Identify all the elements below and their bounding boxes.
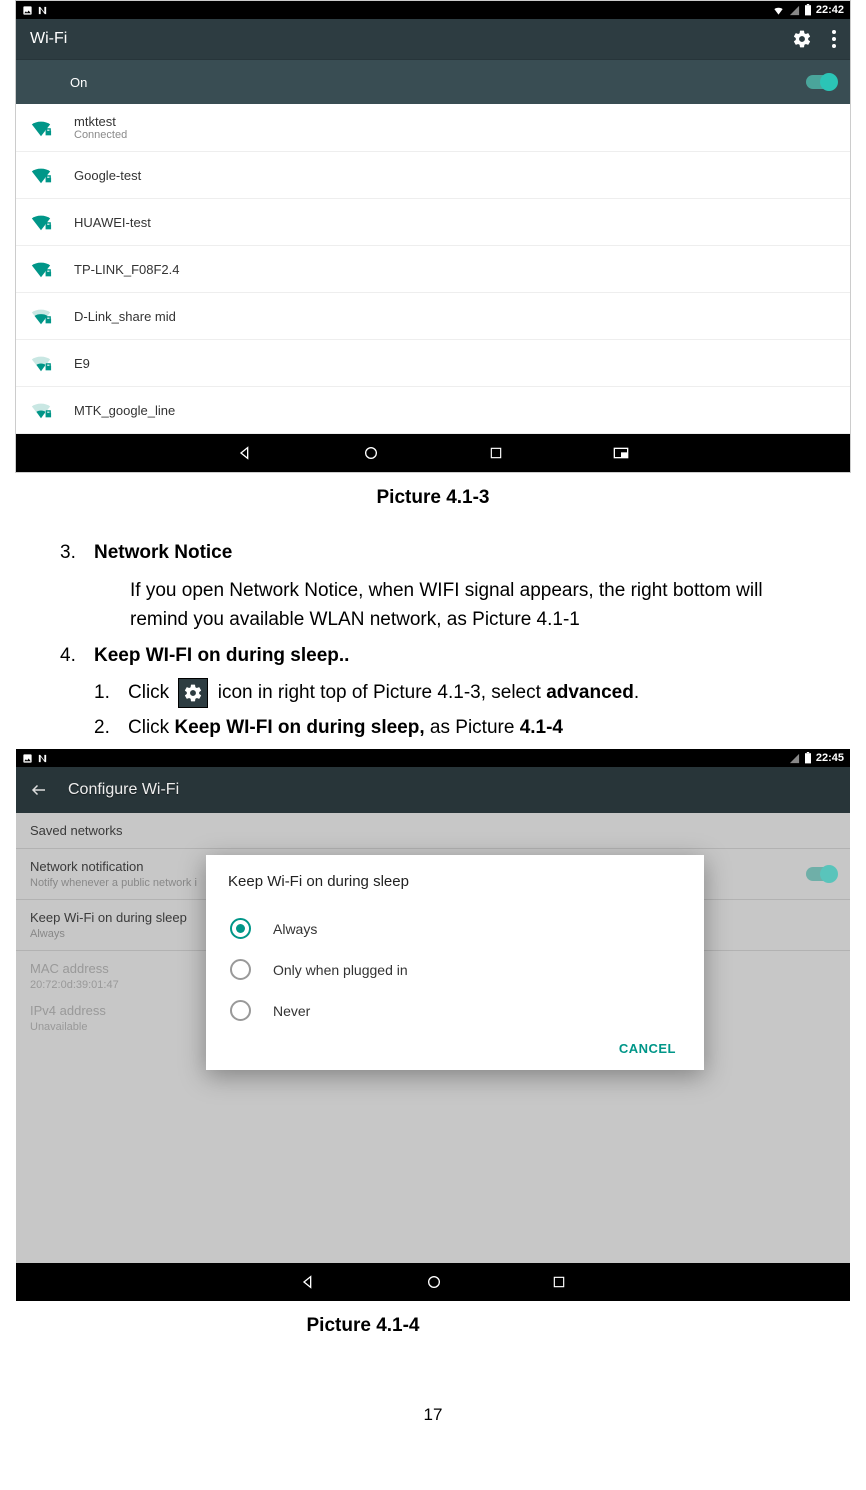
wifi-toggle-bar: On xyxy=(16,59,850,104)
battery-icon xyxy=(804,4,812,16)
radio-label: Never xyxy=(273,1003,310,1019)
wifi-row[interactable]: HUAWEI-test xyxy=(16,199,850,246)
configure-wifi-screenshot: 22:45 Configure Wi-Fi Saved networks Net… xyxy=(16,749,850,1301)
n-icon xyxy=(37,5,48,16)
app-bar-title: Wi-Fi xyxy=(30,30,67,48)
wifi-signal-lock-icon xyxy=(30,258,52,280)
more-icon[interactable] xyxy=(832,30,836,48)
wifi-toggle[interactable] xyxy=(806,75,836,89)
radio-option[interactable]: Never xyxy=(228,990,682,1031)
image-icon xyxy=(22,5,33,16)
wifi-status-icon xyxy=(772,5,785,16)
radio-selected-icon xyxy=(230,918,251,939)
dialog-title: Keep Wi-Fi on during sleep xyxy=(228,873,682,890)
image-icon xyxy=(22,753,33,764)
page-number: 17 xyxy=(0,1377,866,1445)
home-icon[interactable] xyxy=(363,445,379,461)
document-body: 3. Network Notice If you open Network No… xyxy=(0,535,866,745)
text-span: Click icon in right top of Picture 4.1-3… xyxy=(128,678,639,708)
app-bar-title: Configure Wi-Fi xyxy=(68,781,179,799)
wifi-signal-lock-icon xyxy=(30,399,52,421)
radio-option[interactable]: Always xyxy=(228,908,682,949)
item-number: 4. xyxy=(60,642,94,671)
screenshot-icon[interactable] xyxy=(613,447,629,459)
settings-row[interactable]: Saved networks xyxy=(16,813,850,849)
dimmed-background: Saved networks Network notification Noti… xyxy=(16,813,850,1263)
wifi-row[interactable]: mtktest Connected xyxy=(16,104,850,152)
item-title: Network Notice xyxy=(94,539,232,568)
wifi-row[interactable]: E9 xyxy=(16,340,850,387)
figure-caption: Picture 4.1-4 xyxy=(0,1315,866,1337)
app-bar: Configure Wi-Fi xyxy=(16,767,850,813)
sub-list-item: 1. Click icon in right top of Picture 4.… xyxy=(0,675,866,711)
radio-unselected-icon xyxy=(230,959,251,980)
app-bar: Wi-Fi xyxy=(16,19,850,59)
signal-status-icon xyxy=(789,753,800,764)
n-icon xyxy=(37,753,48,764)
wifi-on-label: On xyxy=(70,75,87,90)
status-bar: 22:45 xyxy=(16,749,850,767)
gear-icon-inline xyxy=(178,678,208,708)
nav-bar xyxy=(16,434,850,472)
wifi-ssid: Google-test xyxy=(74,168,141,183)
radio-label: Always xyxy=(273,921,317,937)
wifi-row[interactable]: MTK_google_line xyxy=(16,387,850,434)
wifi-signal-lock-icon xyxy=(30,117,52,139)
list-item: 3. Network Notice xyxy=(0,535,866,572)
cancel-button[interactable]: CANCEL xyxy=(228,1031,682,1060)
wifi-status: Connected xyxy=(74,129,127,141)
wifi-row[interactable]: D-Link_share mid xyxy=(16,293,850,340)
wifi-ssid: E9 xyxy=(74,356,90,371)
wifi-settings-screenshot: 22:42 Wi-Fi On mtktest Connected Google-… xyxy=(15,0,851,473)
dialog: Keep Wi-Fi on during sleep Always Only w… xyxy=(206,855,704,1070)
sub-item-number: 2. xyxy=(94,714,128,743)
wifi-ssid: MTK_google_line xyxy=(74,403,175,418)
recent-icon[interactable] xyxy=(489,446,503,460)
back-icon[interactable] xyxy=(300,1274,316,1290)
wifi-ssid: TP-LINK_F08F2.4 xyxy=(74,262,180,277)
radio-unselected-icon xyxy=(230,1000,251,1021)
signal-status-icon xyxy=(789,5,800,16)
status-time: 22:45 xyxy=(816,752,844,764)
item-number: 3. xyxy=(60,539,94,568)
wifi-signal-lock-icon xyxy=(30,352,52,374)
status-time: 22:42 xyxy=(816,4,844,16)
nav-bar xyxy=(16,1263,850,1301)
notification-toggle[interactable] xyxy=(806,867,836,881)
back-icon[interactable] xyxy=(237,445,253,461)
back-arrow-icon[interactable] xyxy=(30,781,48,799)
wifi-signal-lock-icon xyxy=(30,305,52,327)
wifi-signal-lock-icon xyxy=(30,164,52,186)
wifi-row[interactable]: TP-LINK_F08F2.4 xyxy=(16,246,850,293)
wifi-ssid: HUAWEI-test xyxy=(74,215,151,230)
list-item: 4. Keep WI-FI on during sleep.. xyxy=(0,638,866,675)
wifi-list: mtktest Connected Google-test HUAWEI-tes… xyxy=(16,104,850,434)
radio-label: Only when plugged in xyxy=(273,962,408,978)
paragraph: If you open Network Notice, when WIFI si… xyxy=(0,572,866,639)
gear-icon[interactable] xyxy=(792,29,812,49)
item-title: Keep WI-FI on during sleep.. xyxy=(94,642,349,671)
radio-option[interactable]: Only when plugged in xyxy=(228,949,682,990)
status-bar: 22:42 xyxy=(16,1,850,19)
wifi-row[interactable]: Google-test xyxy=(16,152,850,199)
figure-caption: Picture 4.1-3 xyxy=(0,487,866,509)
wifi-ssid: mtktest xyxy=(74,114,127,129)
battery-icon xyxy=(804,752,812,764)
text-span: Click Keep WI-FI on during sleep, as Pic… xyxy=(128,714,563,743)
recent-icon[interactable] xyxy=(552,1275,566,1289)
home-icon[interactable] xyxy=(426,1274,442,1290)
sub-item-number: 1. xyxy=(94,679,128,708)
sub-list-item: 2. Click Keep WI-FI on during sleep, as … xyxy=(0,711,866,746)
wifi-ssid: D-Link_share mid xyxy=(74,309,176,324)
wifi-signal-lock-icon xyxy=(30,211,52,233)
